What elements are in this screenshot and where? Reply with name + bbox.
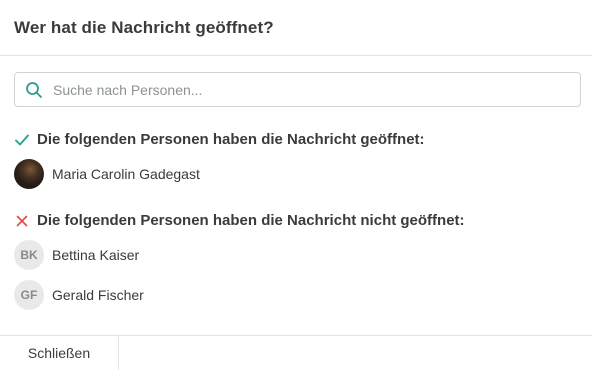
search-box[interactable] bbox=[14, 72, 581, 107]
not-opened-heading-text: Die folgenden Personen haben die Nachric… bbox=[37, 212, 465, 229]
avatar: GF bbox=[14, 280, 44, 310]
search-input[interactable] bbox=[51, 80, 555, 99]
check-icon bbox=[14, 132, 30, 148]
list-item: GF Gerald Fischer bbox=[14, 280, 144, 310]
list-item: Maria Carolin Gadegast bbox=[14, 159, 200, 189]
opened-heading-text: Die folgenden Personen haben die Nachric… bbox=[37, 131, 425, 148]
cross-icon bbox=[14, 213, 30, 229]
close-button[interactable]: Schließen bbox=[0, 336, 119, 370]
not-opened-section-heading: Die folgenden Personen haben die Nachric… bbox=[14, 212, 465, 229]
opened-section-heading: Die folgenden Personen haben die Nachric… bbox=[14, 131, 425, 148]
search-icon bbox=[23, 79, 45, 101]
avatar bbox=[14, 159, 44, 189]
person-name: Bettina Kaiser bbox=[52, 247, 140, 263]
dialog-footer: Schließen bbox=[0, 335, 592, 370]
dialog-header: Wer hat die Nachricht geöffnet? bbox=[0, 0, 592, 56]
dialog-title: Wer hat die Nachricht geöffnet? bbox=[14, 17, 274, 37]
opened-by-dialog: Wer hat die Nachricht geöffnet? Die folg… bbox=[0, 0, 592, 370]
avatar: BK bbox=[14, 240, 44, 270]
list-item: BK Bettina Kaiser bbox=[14, 240, 139, 270]
person-name: Maria Carolin Gadegast bbox=[52, 166, 200, 182]
person-name: Gerald Fischer bbox=[52, 287, 144, 303]
